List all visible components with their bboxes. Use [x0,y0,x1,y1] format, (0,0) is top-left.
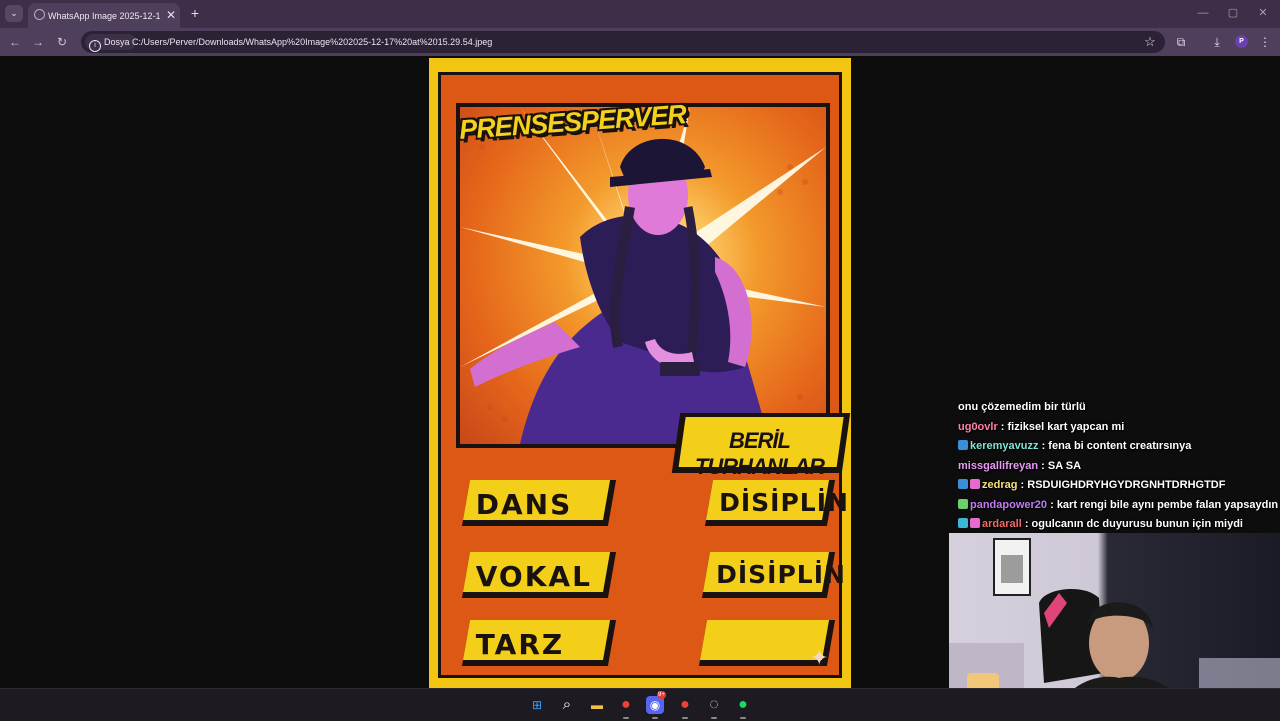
discord-glyph: ◉ [649,698,661,712]
sub-badge-icon [958,498,968,509]
chat-message: zedrag : RSDUIGHDRYHGYDRGNHTDRHGTDF [958,476,1280,496]
site-info-chip[interactable]: i Dosya [85,34,136,52]
new-tab-button[interactable]: + [186,5,204,22]
chat-message: pandapower20 : kart rengi bile aynı pemb… [958,496,1280,516]
chrome-glyph: ● [680,696,690,713]
windows-start-icon[interactable]: ⊞ [528,696,546,714]
chrome-icon[interactable]: ● [617,696,635,719]
address-bar[interactable]: i Dosya C:/Users/Perver/Downloads/WhatsAp… [81,31,1165,53]
running-indicator [740,717,746,719]
stat-box-left-3: TARZ [461,620,617,666]
app-icon[interactable]: ◌ [705,696,723,719]
search-icon[interactable]: ⌕ [558,696,576,714]
chat-text: : ogulcanın dc duyurusu bunun için miydi [1024,518,1243,530]
chrome-profile-icon[interactable]: ● [676,696,694,719]
tab-strip: ⌄ WhatsApp Image 2025-12-17 at 20.29.54.… [0,0,1280,28]
butterfly-badge-icon [970,479,980,489]
chat-user: ug0ovlr [958,420,998,433]
stat-label-disiplin: DİSİPLİN [719,488,849,517]
back-icon[interactable]: ← [6,33,24,51]
spotify-icon[interactable]: ● [734,696,752,719]
running-indicator [711,717,717,719]
chat-text: : kart rengi bile aynı pembe falan yapsa… [1050,498,1280,511]
stat-box-left-2: VOKAL [461,552,617,598]
stat-box-left-1: DANS [461,480,617,526]
forward-icon[interactable]: → [29,33,47,51]
running-indicator [623,717,629,719]
prime-badge-icon [958,440,968,450]
app-glyph: ◌ [709,696,719,713]
discord-icon[interactable]: ◉ 9+ [646,691,666,719]
prime-badge-icon [958,479,968,489]
sparkle-icon: ✦ [810,645,829,670]
name-banner: BERİL TURHANLAR [671,413,851,479]
file-explorer-icon[interactable]: ▬ [588,696,606,714]
maximize-button[interactable]: ▢ [1220,4,1246,22]
tab-list-button[interactable]: ⌄ [5,5,23,22]
info-icon: i [89,40,101,52]
windows-taskbar: ⊞ ⌕ ▬ ● ◉ 9+ ● ◌ ● [0,688,1280,721]
chat-text: : fena bi content creatırsınya [1041,440,1192,452]
butterfly-badge-icon [970,518,980,528]
chat-message: onu çözemedim bir türlü [958,398,1280,418]
url-text[interactable]: C:/Users/Perver/Downloads/WhatsApp%20Ima… [132,34,492,50]
stat-label-tarz: TARZ [475,628,565,661]
chat-user: zedrag [982,479,1018,491]
close-tab-icon[interactable]: ✕ [164,7,178,23]
chat-user: keremyavuzz [970,440,1039,452]
player-name: BERİL TURHANLAR [694,428,825,479]
chat-text: : SA SA [1041,459,1082,472]
chat-message: ardarall : ogulcanın dc duyurusu bunun i… [958,515,1280,535]
stat-label-vokal: VOKAL [475,560,592,593]
chat-message: keremyavuzz : fena bi content creatırsın… [958,437,1280,457]
chat-message: missgallifreyan : SA SA [958,457,1280,477]
name-banner-fill: BERİL TURHANLAR [678,417,844,479]
download-icon[interactable]: ⤓ [1208,33,1226,51]
site-chip-label: Dosya [104,37,130,47]
reload-icon[interactable]: ↻ [53,33,71,51]
minimize-button[interactable]: — [1190,4,1216,22]
chat-user: missgallifreyan [958,459,1039,472]
chat-user: ardarall [982,518,1022,530]
stat-box-right-1: DİSİPLİN [704,480,849,526]
discord-notification-badge: 9+ [657,691,666,699]
stat-box-right-2: DİSİPLİN [701,552,846,598]
card-inner-panel: PRENSESPERVER BERİL TURHANLAR DANS VOKAL… [438,72,851,678]
stat-label-disiplin-2: DİSİPLİN [716,560,846,589]
browser-toolbar: ← → ↻ i Dosya C:/Users/Perver/Downloads/W… [0,28,1280,56]
chat-text: onu çözemedim bir türlü [958,401,1086,413]
globe-icon [34,9,45,20]
stream-chat: onu çözemedim bir türlü ug0ovlr : fiziks… [958,398,1280,535]
chat-text: : fiziksel kart yapcan mi [1000,420,1125,433]
chat-user: pandapower20 [970,498,1048,511]
card-artwork [456,103,830,448]
menu-icon[interactable]: ⋮ [1256,33,1274,51]
extensions-icon[interactable]: ⧉ [1172,33,1190,51]
browser-tab[interactable]: WhatsApp Image 2025-12-17 at 20.29.54.jp… [28,3,180,28]
chat-message: ug0ovlr : fiziksel kart yapcan mi [958,418,1280,438]
trading-card-image: PRENSESPERVER BERİL TURHANLAR DANS VOKAL… [429,58,851,688]
tab-title: WhatsApp Image 2025-12-17 at 20.29.54.jp… [48,11,160,21]
bookmark-star-icon[interactable]: ☆ [1141,33,1159,51]
running-indicator [652,717,658,719]
profile-avatar[interactable]: P [1235,35,1248,48]
running-indicator [682,717,688,719]
spotify-glyph: ● [738,696,748,713]
gem-badge-icon [958,518,968,528]
character-illustration [460,107,826,444]
close-window-button[interactable]: ✕ [1250,4,1276,22]
chat-text: : RSDUIGHDRYHGYDRGNHTDRHGTDF [1020,479,1226,491]
stat-label-dans: DANS [475,488,573,521]
chrome-glyph: ● [621,696,631,713]
